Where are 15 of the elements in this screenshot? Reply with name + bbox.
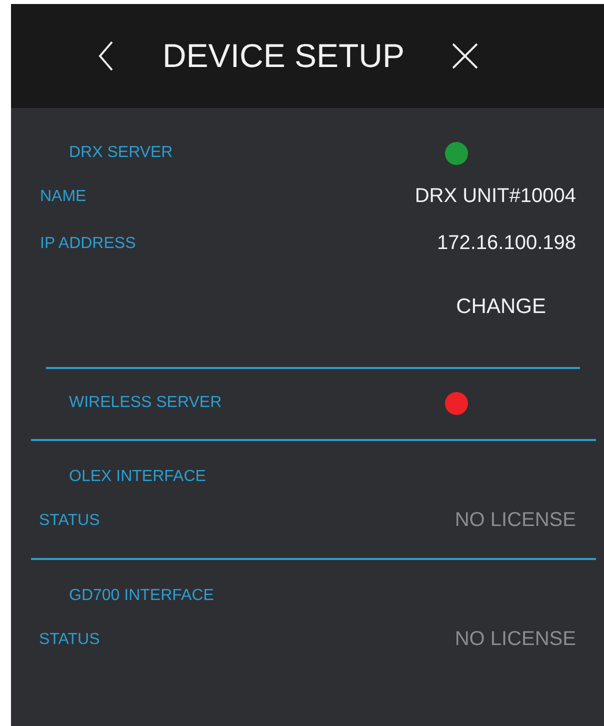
change-button[interactable]: CHANGE [448,287,554,327]
screen-title: DEVICE SETUP [162,37,405,75]
section-title: WIRELESS SERVER [69,394,223,412]
field-value: NO LICENSE [454,628,576,651]
field-label: STATUS [39,512,100,530]
section-title: DRX SERVER [69,144,174,162]
section-title: OLEX INTERFACE [69,468,207,486]
field-label: STATUS [39,630,100,648]
field-label: NAME [40,188,86,206]
section-title: GD700 INTERFACE [69,587,215,605]
field-value: DRX UNIT#10004 [414,185,576,208]
field-value: 172.16.100.198 [436,232,576,255]
close-icon[interactable] [450,42,479,70]
field-label: IP ADDRESS [40,234,136,252]
field-value: NO LICENSE [454,509,576,532]
